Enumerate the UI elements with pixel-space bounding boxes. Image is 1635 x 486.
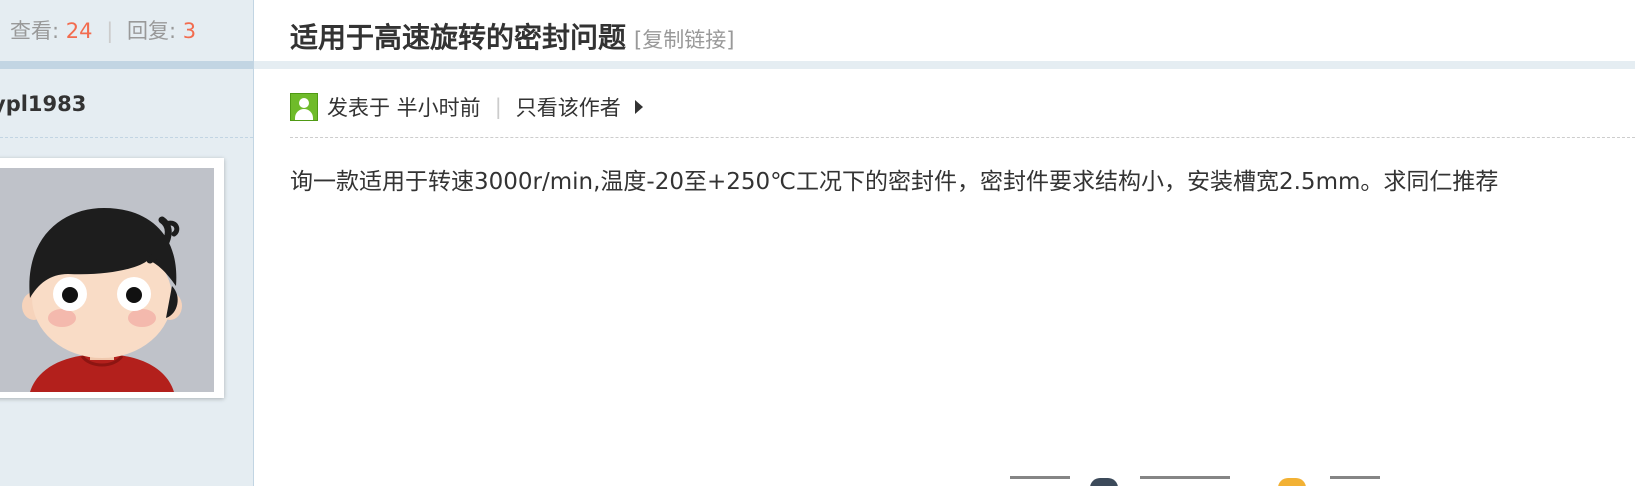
- thread-title[interactable]: 适用于高速旋转的密封问题: [290, 21, 626, 54]
- thread-title-wrap: 适用于高速旋转的密封问题 [复制链接]: [290, 16, 734, 56]
- thread-title-bar: 适用于高速旋转的密封问题 [复制链接]: [254, 0, 1635, 61]
- post-content: 询一款适用于转速3000r/min,温度-20至+250℃工况下的密封件，密封件…: [290, 169, 1499, 195]
- peek-avatar-icon: [1090, 478, 1118, 486]
- copy-link-button[interactable]: [复制链接]: [634, 28, 734, 52]
- thread-stats: 查看: 24 | 回复: 3: [10, 15, 196, 45]
- peek-badge-icon: [1278, 478, 1306, 486]
- user-online-icon: [290, 93, 318, 121]
- bottom-actions-peek: [1010, 476, 1430, 486]
- author-name-link[interactable]: ypl1983: [0, 92, 86, 116]
- arrow-right-icon[interactable]: [634, 100, 643, 114]
- meta-separator: |: [494, 95, 502, 119]
- avatar-image: [0, 168, 214, 392]
- sidebar-dashed-divider: [0, 137, 253, 138]
- views-label: 查看:: [10, 19, 60, 43]
- avatar[interactable]: [0, 158, 224, 398]
- forum-thread-page: 查看: 24 | 回复: 3 ypl1983 适用于高速旋转的密封问题 [复制链…: [0, 0, 1635, 486]
- only-author-link[interactable]: 只看该作者: [516, 92, 621, 122]
- peek-text-fragment: [1140, 476, 1230, 486]
- post-meta-dashed-divider: [290, 137, 1635, 138]
- cartoon-avatar-icon: [0, 168, 214, 392]
- replies-count: 3: [182, 19, 197, 43]
- sidebar-divider-band: [0, 61, 253, 69]
- peek-text-fragment: [1010, 476, 1070, 486]
- author-sidebar: 查看: 24 | 回复: 3 ypl1983: [0, 0, 254, 486]
- peek-text-fragment: [1330, 476, 1380, 486]
- main-divider-band: [254, 61, 1635, 69]
- views-count: 24: [65, 19, 93, 43]
- posted-time: 发表于 半小时前: [327, 96, 481, 120]
- thread-stats-bar: 查看: 24 | 回复: 3: [0, 0, 253, 61]
- online-icon-body: [295, 109, 313, 120]
- post-meta: 发表于 半小时前 | 只看该作者: [290, 92, 643, 122]
- stats-separator: |: [106, 19, 114, 43]
- replies-label: 回复:: [126, 19, 177, 43]
- online-icon-head: [299, 98, 309, 108]
